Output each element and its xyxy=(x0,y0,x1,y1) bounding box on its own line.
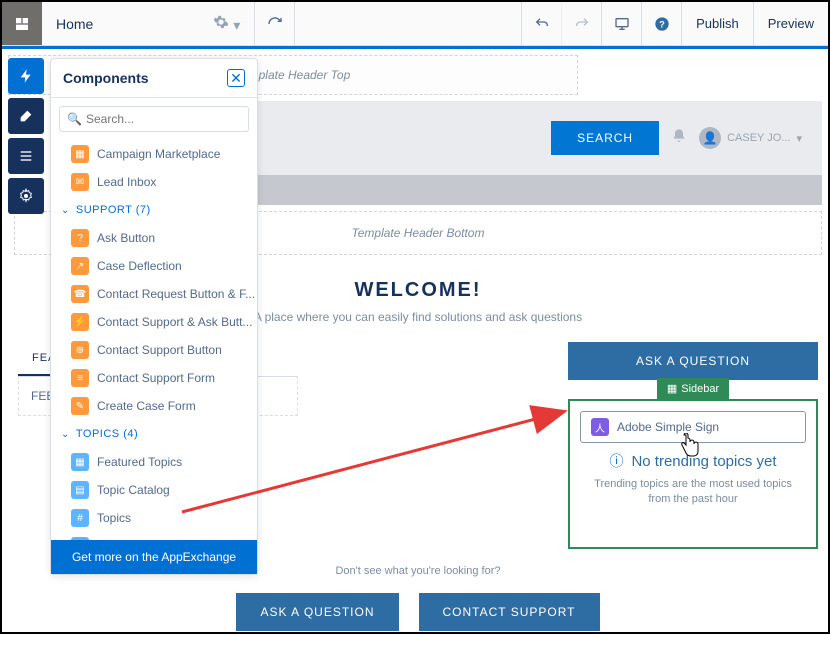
dragged-component-label: Adobe Simple Sign xyxy=(617,420,719,434)
panel-title: Components xyxy=(63,70,149,86)
inbox-icon: ✉ xyxy=(71,173,89,191)
adobe-icon: 人 xyxy=(591,418,609,436)
preview-button[interactable]: Preview xyxy=(753,2,828,45)
rail-components-icon[interactable] xyxy=(8,58,44,94)
trending-subtitle: Trending topics are the most used topics… xyxy=(586,477,800,508)
support-form-icon: ≡ xyxy=(71,369,89,387)
category-support[interactable]: ⌄SUPPORT (7) xyxy=(51,196,257,224)
component-item[interactable]: ▦Featured Topics xyxy=(51,448,257,476)
chevron-down-icon: ⌄ xyxy=(61,205,70,216)
sidebar-drop-region[interactable]: 人 Adobe Simple Sign ⓘ No trending topics … xyxy=(568,399,818,549)
component-item[interactable]: ≡Trending Topics xyxy=(51,532,257,540)
rail-list-icon[interactable] xyxy=(8,138,44,174)
ask-icon: ? xyxy=(71,229,89,247)
component-item[interactable]: #Topics xyxy=(51,504,257,532)
user-name: CASEY JO... xyxy=(727,132,790,144)
chevron-down-icon: ⌄ xyxy=(61,429,70,440)
gear-icon[interactable]: ▾ xyxy=(213,14,240,34)
header-banner: SEARCH 👤 CASEY JO... ▾ xyxy=(258,101,822,175)
component-item[interactable]: ≡Contact Support Form xyxy=(51,364,257,392)
ask-question-button-footer[interactable]: ASK A QUESTION xyxy=(236,593,398,631)
app-icon[interactable] xyxy=(2,2,42,45)
support-btn-icon: ⊕ xyxy=(71,341,89,359)
breadcrumb-home[interactable]: Home ▾ xyxy=(42,2,255,45)
info-icon: ⓘ xyxy=(609,451,623,471)
marketplace-icon: ▦ xyxy=(71,145,89,163)
component-item[interactable]: ?Ask Button xyxy=(51,224,257,252)
appexchange-link[interactable]: Get more on the AppExchange xyxy=(51,540,257,574)
chevron-down-icon: ▾ xyxy=(796,132,802,145)
avatar-icon: 👤 xyxy=(699,127,721,149)
category-topics[interactable]: ⌄TOPICS (4) xyxy=(51,420,257,448)
deflection-icon: ↗ xyxy=(71,257,89,275)
user-menu[interactable]: 👤 CASEY JO... ▾ xyxy=(699,127,802,149)
search-input[interactable] xyxy=(59,106,249,132)
catalog-icon: ▤ xyxy=(71,481,89,499)
contact-support-button[interactable]: CONTACT SUPPORT xyxy=(419,593,600,631)
help-icon[interactable]: ? xyxy=(641,2,681,45)
component-item[interactable]: ✎Create Case Form xyxy=(51,392,257,420)
component-item[interactable]: ✉Lead Inbox xyxy=(51,168,257,196)
bell-icon[interactable] xyxy=(671,128,687,149)
cursor-pointer-icon xyxy=(678,433,700,464)
trending-title-text: No trending topics yet xyxy=(631,453,776,470)
search-button[interactable]: SEARCH xyxy=(551,121,659,155)
left-rail xyxy=(8,58,44,214)
sidebar-region-label: ▦Sidebar xyxy=(657,378,729,399)
components-panel: Components ✕ 🔍 ▦Campaign Marketplace ✉Le… xyxy=(50,58,258,575)
close-icon[interactable]: ✕ xyxy=(227,69,245,87)
component-item[interactable]: ☎Contact Request Button & F... xyxy=(51,280,257,308)
rail-brush-icon[interactable] xyxy=(8,98,44,134)
component-item[interactable]: ▦Campaign Marketplace xyxy=(51,140,257,168)
nav-bar xyxy=(258,175,822,205)
component-item[interactable]: ↗Case Deflection xyxy=(51,252,257,280)
redo-icon[interactable] xyxy=(561,2,601,45)
search-icon: 🔍 xyxy=(67,112,82,126)
component-item[interactable]: ⚡Contact Support & Ask Butt... xyxy=(51,308,257,336)
support-ask-icon: ⚡ xyxy=(71,313,89,331)
refresh-icon[interactable] xyxy=(255,2,295,45)
contact-icon: ☎ xyxy=(71,285,89,303)
publish-button[interactable]: Publish xyxy=(681,2,753,45)
trending-icon: ≡ xyxy=(71,537,89,540)
top-toolbar: Home ▾ ? Publish Preview xyxy=(2,2,828,46)
topics-icon: # xyxy=(71,509,89,527)
component-item[interactable]: ▤Topic Catalog xyxy=(51,476,257,504)
home-label: Home xyxy=(56,16,93,32)
undo-icon[interactable] xyxy=(521,2,561,45)
desktop-icon[interactable] xyxy=(601,2,641,45)
svg-text:?: ? xyxy=(659,19,665,29)
rail-settings-icon[interactable] xyxy=(8,178,44,214)
create-case-icon: ✎ xyxy=(71,397,89,415)
component-item[interactable]: ⊕Contact Support Button xyxy=(51,336,257,364)
grid-icon: ▦ xyxy=(667,382,677,395)
ask-question-button[interactable]: ASK A QUESTION xyxy=(568,342,818,380)
featured-icon: ▦ xyxy=(71,453,89,471)
